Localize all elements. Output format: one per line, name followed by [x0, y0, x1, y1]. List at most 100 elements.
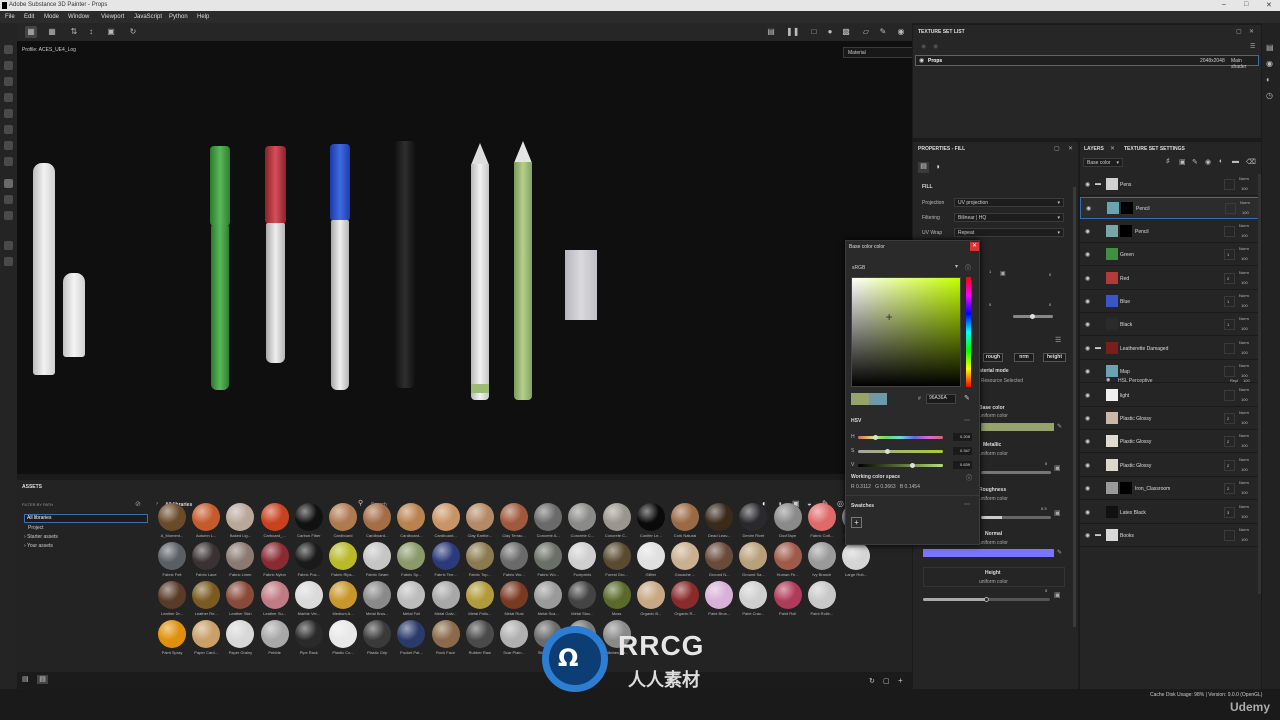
blend-mode[interactable]: Norm	[1239, 457, 1249, 462]
grid-2-icon[interactable]: ▦	[46, 26, 58, 38]
tab-layers[interactable]: LAYERS	[1084, 146, 1104, 152]
layer-checkbox[interactable]	[1225, 203, 1236, 215]
material-thumbnail[interactable]	[192, 503, 221, 531]
texture-slot-icon[interactable]: ▣	[1054, 591, 1061, 599]
layer-checkbox[interactable]	[1224, 272, 1235, 284]
layer-opacity[interactable]: 100	[1241, 280, 1248, 285]
blend-mode[interactable]: Norm	[1239, 433, 1249, 438]
layer-opacity[interactable]: 100	[1241, 186, 1248, 191]
eye-icon[interactable]: ◉	[1086, 205, 1091, 212]
layers-scrollbar[interactable]	[1258, 174, 1261, 594]
eye-icon[interactable]: ◉	[1085, 462, 1090, 469]
blend-mode[interactable]: Norm	[1239, 246, 1249, 251]
material-thumbnail[interactable]	[671, 503, 699, 531]
layer-opacity[interactable]: 100	[1241, 303, 1248, 308]
info-icon[interactable]: ⓘ	[966, 473, 972, 482]
effect-opacity[interactable]: 100	[1243, 378, 1250, 383]
hex-input[interactable]: 96A36A	[926, 394, 956, 404]
layer-row[interactable]: ◉ Latex Black Norm 100 3	[1080, 502, 1261, 524]
value-slider[interactable]	[858, 463, 943, 468]
blend-mode[interactable]: Norm	[1239, 527, 1249, 532]
texture-set-row[interactable]: ◉ Props 2048x2048 Main shader	[915, 55, 1259, 70]
tree-item-all-libraries[interactable]: All libraries	[24, 514, 148, 523]
layer-opacity[interactable]: 100	[1241, 443, 1248, 448]
paint-layer-icon[interactable]: ✎	[1192, 158, 1198, 166]
layer-checkbox[interactable]	[1224, 436, 1235, 448]
blend-mode[interactable]: Norm	[1239, 340, 1249, 345]
align-icon[interactable]: ⇅	[68, 26, 80, 38]
material-thumbnail[interactable]	[807, 581, 836, 609]
material-thumbnail[interactable]	[739, 503, 768, 531]
material-thumbnail[interactable]	[192, 620, 221, 648]
v-value[interactable]: 0.639	[953, 461, 972, 469]
more-icon[interactable]: ⋯	[964, 417, 970, 424]
filtering-select[interactable]: Bilinear | HQ ▾	[954, 213, 1064, 222]
popout-icon[interactable]: ▢	[1054, 145, 1060, 152]
blend-mode[interactable]: Norm	[1239, 293, 1249, 298]
material-thumbnail[interactable]	[329, 503, 357, 531]
menu-window[interactable]: Window	[68, 14, 89, 20]
blend-mode[interactable]: Norm	[1239, 410, 1249, 415]
menu-javascript[interactable]: JavaScript	[134, 14, 162, 20]
color-cursor[interactable]: +	[886, 310, 893, 324]
layer-opacity[interactable]: 100	[1241, 420, 1248, 425]
menu-file[interactable]: File	[5, 14, 15, 20]
height-slider[interactable]	[923, 597, 1050, 602]
picker-tool-icon[interactable]	[4, 141, 13, 150]
layer-opacity[interactable]: 100	[1241, 514, 1248, 519]
material-thumbnail[interactable]	[671, 581, 699, 609]
eye-icon[interactable]: ◉	[1085, 509, 1090, 516]
symmetry-icon[interactable]: ▱	[860, 26, 872, 38]
material-thumbnail[interactable]	[226, 620, 255, 648]
material-thumbnail[interactable]	[705, 503, 734, 531]
layer-row[interactable]: ◉ Pencil Norm 100	[1080, 197, 1261, 220]
picker-icon[interactable]: ✎	[1057, 549, 1062, 556]
material-thumbnail[interactable]	[773, 581, 802, 609]
material-thumbnail[interactable]	[192, 542, 221, 570]
layer-menu-icon[interactable]: ◐	[1219, 158, 1223, 165]
eye-icon[interactable]: ◉	[1106, 377, 1110, 383]
assets-list-icon[interactable]: ▤	[37, 675, 48, 684]
effect-blend[interactable]: Repl	[1230, 378, 1238, 383]
layer-row[interactable]: ◉ Plastic Glossy Norm 100 2	[1080, 455, 1261, 477]
eye-icon[interactable]: ◉	[1085, 345, 1090, 352]
layer-opacity[interactable]: 100	[1241, 490, 1248, 495]
brush-icon[interactable]: ✎	[877, 26, 889, 38]
material-thumbnail[interactable]	[705, 581, 734, 609]
layer-checkbox[interactable]	[1224, 389, 1235, 401]
material-thumbnail[interactable]	[568, 503, 597, 531]
material-thumbnail[interactable]	[397, 581, 426, 609]
channel-nrm-button[interactable]: nrm	[1014, 353, 1034, 362]
slider-knob[interactable]	[1030, 314, 1035, 319]
material-thumbnail[interactable]	[636, 581, 665, 609]
material-thumbnail[interactable]	[158, 620, 186, 648]
material-tab-icon[interactable]: ◑	[935, 162, 940, 171]
material-thumbnail[interactable]	[397, 620, 426, 648]
blend-mode[interactable]: Norm	[1239, 363, 1249, 368]
paint-tool-icon[interactable]	[4, 45, 13, 54]
layer-checkbox[interactable]	[1224, 483, 1235, 495]
maximize-icon[interactable]: □	[1244, 1, 1248, 8]
chevron-down-icon[interactable]: ▾	[955, 263, 958, 270]
clone-tool-icon[interactable]	[4, 125, 13, 134]
saturation-value-field[interactable]	[851, 277, 961, 387]
channel-rough-button[interactable]: rough	[983, 353, 1003, 362]
folder-icon[interactable]: ▬	[1232, 158, 1239, 165]
layer-opacity[interactable]: 100	[1241, 537, 1248, 542]
blend-mode[interactable]: Norm	[1240, 200, 1250, 205]
camera-view-icon[interactable]: □	[808, 26, 820, 38]
channels-menu-icon[interactable]: ☰	[1055, 336, 1061, 344]
tab-texture-set-settings[interactable]: TEXTURE SET SETTINGS	[1124, 146, 1185, 152]
material-thumbnail[interactable]	[329, 542, 357, 570]
slider-knob[interactable]	[873, 435, 879, 440]
shelf-icon[interactable]	[4, 195, 13, 204]
bake-tool-icon[interactable]	[4, 157, 13, 166]
layer-opacity[interactable]: 100	[1241, 397, 1248, 402]
close-icon[interactable]: ✕	[1266, 1, 1272, 9]
material-thumbnail[interactable]	[500, 581, 528, 609]
blend-mode[interactable]: Norm	[1239, 270, 1249, 275]
filter-hide-icon[interactable]: ⊘	[135, 500, 141, 508]
layer-opacity[interactable]: 100	[1241, 326, 1248, 331]
material-thumbnail[interactable]	[363, 503, 392, 531]
grid-view-icon[interactable]: ▦	[25, 26, 37, 38]
